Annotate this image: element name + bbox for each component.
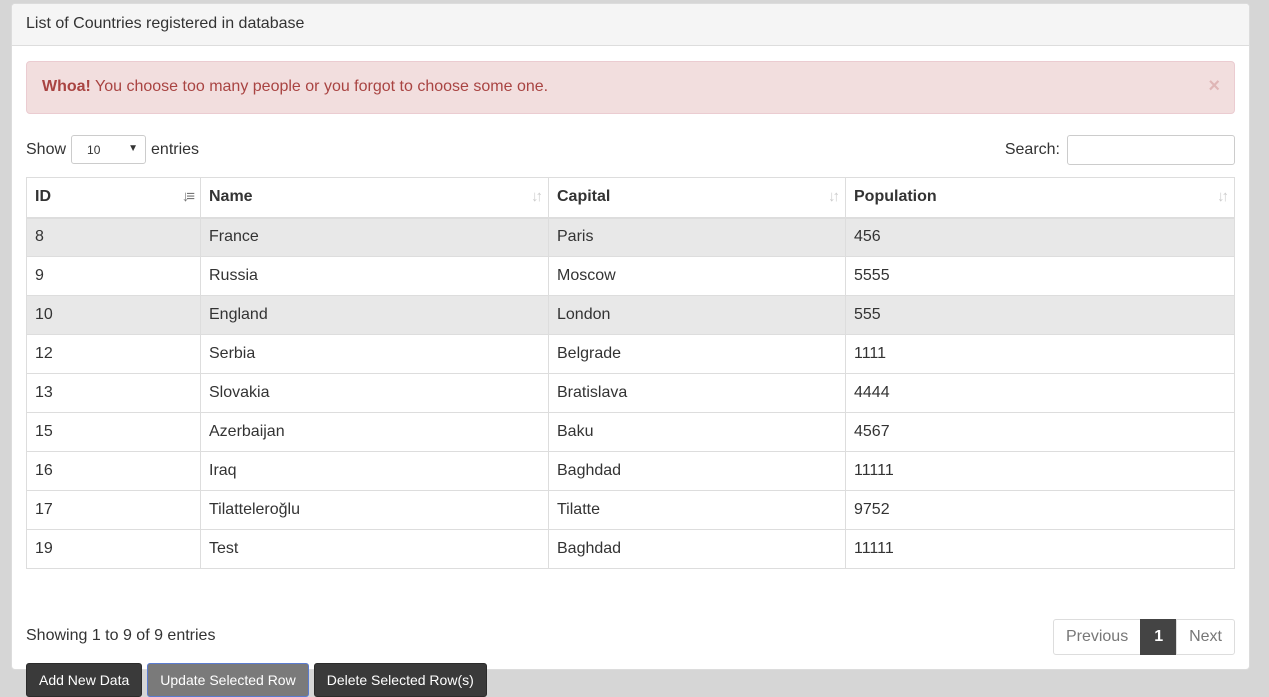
- cell-name: England: [200, 295, 549, 335]
- countries-panel: List of Countries registered in database…: [11, 3, 1250, 697]
- cell-id: 19: [26, 529, 201, 569]
- cell-capital: Baku: [548, 412, 846, 452]
- cell-name: Azerbaijan: [200, 412, 549, 452]
- page-1-button[interactable]: 1: [1140, 619, 1178, 655]
- alert-message: You choose too many people or you forgot…: [95, 78, 549, 95]
- close-icon[interactable]: ×: [1208, 75, 1220, 98]
- chevron-down-icon: ▼: [128, 143, 139, 154]
- sort-icon: ↓↑: [828, 188, 840, 205]
- cell-id: 10: [26, 295, 201, 335]
- cell-capital: Paris: [548, 217, 846, 257]
- search-control: Search:: [1005, 135, 1235, 165]
- column-header-label: Name: [209, 188, 253, 206]
- countries-table: ID ↓≡ Name ↓↑ Capital ↓↑ Population ↓↑ 8…: [26, 177, 1235, 569]
- cell-population: 9752: [845, 490, 1235, 530]
- cell-id: 12: [26, 334, 201, 374]
- search-label: Search:: [1004, 141, 1060, 158]
- column-header-label: Capital: [557, 188, 611, 206]
- cell-population: 555: [845, 295, 1235, 335]
- column-header-label: Population: [854, 188, 937, 206]
- pagination: Previous 1 Next: [1052, 619, 1235, 655]
- cell-population: 11111: [845, 529, 1235, 569]
- delete-selected-rows-button[interactable]: Delete Selected Row(s): [313, 663, 487, 697]
- cell-name: Russia: [200, 256, 549, 296]
- table-row[interactable]: 13 Slovakia Bratislava 4444: [26, 373, 1235, 413]
- cell-id: 13: [26, 373, 201, 413]
- cell-id: 8: [26, 217, 201, 257]
- table-row[interactable]: 19 Test Baghdad 11111: [26, 529, 1235, 569]
- cell-id: 16: [26, 451, 201, 491]
- cell-capital: Baghdad: [548, 529, 846, 569]
- table-row[interactable]: 12 Serbia Belgrade 1111: [26, 334, 1235, 374]
- previous-page-button[interactable]: Previous: [1052, 619, 1142, 655]
- entries-select-value: 10: [87, 142, 101, 157]
- column-header-label: ID: [35, 188, 51, 206]
- cell-name: France: [200, 217, 549, 257]
- next-page-button[interactable]: Next: [1176, 619, 1235, 655]
- sort-icon: ↓↑: [531, 188, 543, 205]
- cell-name: Test: [200, 529, 549, 569]
- table-row[interactable]: 17 Tilatteleroğlu Tilatte 9752: [26, 490, 1235, 530]
- cell-name: Slovakia: [200, 373, 549, 413]
- column-header-id[interactable]: ID ↓≡: [26, 177, 201, 219]
- table-header-row: ID ↓≡ Name ↓↑ Capital ↓↑ Population ↓↑: [26, 177, 1235, 219]
- column-header-name[interactable]: Name ↓↑: [200, 177, 549, 219]
- panel-title: List of Countries registered in database: [12, 4, 1249, 46]
- table-row[interactable]: 10 England London 555: [26, 295, 1235, 335]
- cell-population: 4444: [845, 373, 1235, 413]
- cell-population: 456: [845, 217, 1235, 257]
- cell-capital: Moscow: [548, 256, 846, 296]
- cell-population: 1111: [845, 334, 1235, 374]
- entries-length-control: Show 10 ▼ entries: [26, 135, 199, 164]
- cell-id: 9: [26, 256, 201, 296]
- action-buttons: Add New Data Update Selected Row Delete …: [26, 663, 492, 697]
- cell-capital: Belgrade: [548, 334, 846, 374]
- alert-strong: Whoa!: [42, 78, 91, 95]
- table-row[interactable]: 8 France Paris 456: [26, 217, 1235, 257]
- entries-label: entries: [151, 140, 200, 158]
- table-row[interactable]: 15 Azerbaijan Baku 4567: [26, 412, 1235, 452]
- cell-name: Tilatteleroğlu: [200, 490, 549, 530]
- cell-capital: Bratislava: [548, 373, 846, 413]
- add-new-data-button[interactable]: Add New Data: [26, 663, 143, 697]
- show-label: Show: [26, 140, 67, 158]
- cell-population: 4567: [845, 412, 1235, 452]
- table-info: Showing 1 to 9 of 9 entries: [26, 627, 216, 644]
- table-row[interactable]: 16 Iraq Baghdad 11111: [26, 451, 1235, 491]
- search-input[interactable]: [1067, 135, 1235, 165]
- cell-population: 5555: [845, 256, 1235, 296]
- update-selected-row-button[interactable]: Update Selected Row: [147, 663, 309, 697]
- sort-icon: ↓↑: [1217, 188, 1229, 205]
- cell-name: Iraq: [200, 451, 549, 491]
- cell-capital: Tilatte: [548, 490, 846, 530]
- entries-select[interactable]: 10 ▼: [71, 135, 147, 164]
- cell-population: 11111: [845, 451, 1235, 491]
- table-row[interactable]: 9 Russia Moscow 5555: [26, 256, 1235, 296]
- cell-name: Serbia: [200, 334, 549, 374]
- cell-id: 17: [26, 490, 201, 530]
- cell-id: 15: [26, 412, 201, 452]
- cell-capital: Baghdad: [548, 451, 846, 491]
- column-header-population[interactable]: Population ↓↑: [845, 177, 1235, 219]
- error-alert: Whoa! You choose too many people or you …: [26, 61, 1235, 114]
- sort-ascending-icon: ↓≡: [181, 188, 195, 205]
- cell-capital: London: [548, 295, 846, 335]
- column-header-capital[interactable]: Capital ↓↑: [548, 177, 846, 219]
